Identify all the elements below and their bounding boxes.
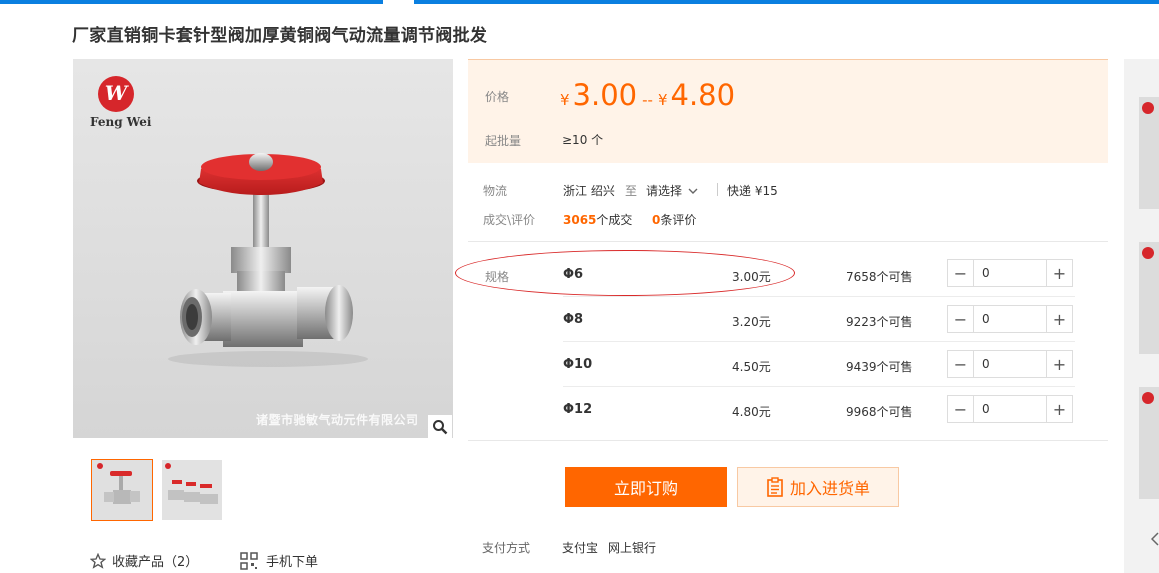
sku-name: Φ10: [563, 357, 593, 372]
chevron-left-icon[interactable]: [1151, 532, 1159, 546]
express-fee: 快递 ¥15: [727, 184, 778, 198]
quantity-stepper: − +: [947, 259, 1073, 287]
decrease-button[interactable]: −: [948, 260, 974, 286]
payment-label: 支付方式: [482, 541, 531, 555]
divider: [717, 183, 718, 196]
related-product-thumb[interactable]: [1139, 97, 1159, 209]
add-to-list-button[interactable]: 加入进货单: [737, 467, 899, 507]
sku-label: 规格: [485, 270, 510, 284]
price-label: 价格: [485, 90, 510, 104]
needle-valve-illustration: [168, 153, 368, 367]
decrease-button[interactable]: −: [948, 396, 974, 422]
sku-name: Φ8: [563, 312, 584, 327]
sku-stock: 9223个可售: [846, 315, 913, 329]
payment-method-bank: 网上银行: [608, 541, 657, 555]
row-divider: [563, 296, 1075, 297]
buy-now-button[interactable]: 立即订购: [565, 467, 727, 507]
sku-price: 3.20元: [732, 315, 771, 329]
quantity-input[interactable]: [974, 351, 1046, 377]
moq-value: ≥10 个: [562, 133, 604, 147]
decrease-button[interactable]: −: [948, 306, 974, 332]
quantity-stepper: − +: [947, 350, 1073, 378]
quantity-input[interactable]: [974, 260, 1046, 286]
quantity-input[interactable]: [974, 396, 1046, 422]
quantity-input[interactable]: [974, 306, 1046, 332]
top-accent-bar-left: [0, 0, 383, 4]
sku-stock: 7658个可售: [846, 270, 913, 284]
logistics-origin: 浙江 绍兴: [563, 184, 615, 198]
thumbnail-2[interactable]: [162, 460, 222, 520]
destination-value: 请选择: [646, 184, 683, 198]
deals-count-number: 3065: [563, 213, 597, 227]
increase-button[interactable]: +: [1046, 396, 1072, 422]
logistics-label: 物流: [483, 184, 508, 198]
quantity-stepper: − +: [947, 395, 1073, 423]
brand-logo-icon: [1142, 247, 1154, 259]
reviews-link[interactable]: 0条评价: [652, 211, 696, 228]
clipboard-icon: [767, 477, 783, 497]
deals-label: 成交\评价: [483, 213, 536, 227]
price-high: 4.80: [670, 78, 736, 112]
sku-stock: 9968个可售: [846, 405, 913, 419]
top-accent-bar-right: [414, 0, 1159, 4]
thumbnail-1[interactable]: [91, 459, 153, 521]
sku-stock: 9439个可售: [846, 360, 913, 374]
main-product-image[interactable]: W Feng Wei 诸暨市驰敏气动元件有限公司: [73, 59, 453, 438]
zoom-button[interactable]: [428, 415, 452, 438]
reviews-suffix: 条评价: [660, 213, 697, 227]
increase-button[interactable]: +: [1046, 260, 1072, 286]
decrease-button[interactable]: −: [948, 351, 974, 377]
chevron-down-icon: [688, 188, 698, 194]
quantity-stepper: − +: [947, 305, 1073, 333]
brand-logo-icon: [1142, 102, 1154, 114]
currency-symbol: ¥: [560, 91, 570, 109]
mobile-order-label: 手机下单: [266, 555, 319, 570]
price-separator: --: [642, 91, 653, 109]
row-divider: [563, 386, 1075, 387]
sku-price: 4.80元: [732, 405, 771, 419]
destination-select[interactable]: 请选择: [646, 182, 698, 199]
moq-label: 起批量: [485, 134, 522, 148]
currency-symbol: ¥: [657, 91, 668, 109]
sku-price: 4.50元: [732, 360, 771, 374]
payment-method-alipay: 支付宝: [562, 541, 599, 555]
mobile-order-link[interactable]: 手机下单: [240, 551, 318, 570]
search-icon: [433, 420, 448, 435]
row-divider: [563, 341, 1075, 342]
price-low: 3.00: [572, 78, 638, 112]
favorite-label: 收藏产品（2）: [112, 555, 199, 570]
related-product-thumb[interactable]: [1139, 242, 1159, 354]
increase-button[interactable]: +: [1046, 306, 1072, 332]
related-product-thumb[interactable]: [1139, 387, 1159, 499]
deals-count-suffix: 个成交: [596, 213, 633, 227]
price-panel: 价格 ¥ 3.00 -- ¥ 4.80 起批量 ≥10 个: [468, 59, 1108, 163]
logistics-to: 至: [625, 184, 638, 198]
qrcode-icon: [240, 551, 258, 570]
favorite-link[interactable]: 收藏产品（2）: [90, 551, 198, 570]
deals-count: 3065个成交: [563, 211, 632, 228]
section-divider: [468, 241, 1108, 242]
thumbnail-valves-image: [162, 460, 222, 520]
increase-button[interactable]: +: [1046, 351, 1072, 377]
thumbnail-valve-image: [92, 460, 152, 520]
sku-price: 3.00元: [732, 270, 771, 284]
brand-logo-icon: [1142, 392, 1154, 404]
image-watermark: 诸暨市驰敏气动元件有限公司: [256, 413, 419, 427]
sku-name: Φ12: [563, 402, 593, 417]
price-range: ¥ 3.00 -- ¥ 4.80: [560, 78, 735, 112]
add-to-list-label: 加入进货单: [789, 479, 870, 498]
star-icon: [90, 552, 106, 569]
sku-name: Φ6: [563, 267, 584, 282]
section-divider: [468, 440, 1108, 441]
product-title: 厂家直销铜卡套针型阀加厚黄铜阀气动流量调节阀批发: [72, 26, 488, 46]
